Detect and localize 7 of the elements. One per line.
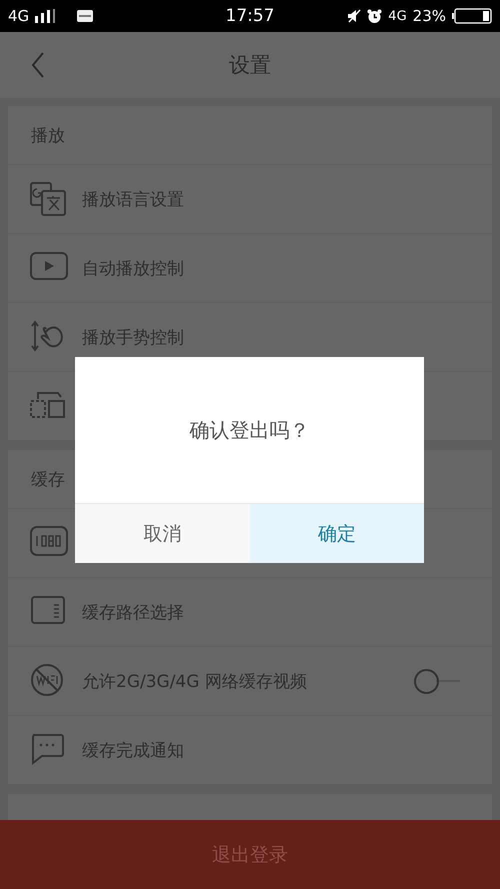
battery-percent: 23%: [412, 7, 446, 25]
network-label: 4G: [8, 7, 30, 25]
section-title: 播放: [31, 124, 65, 146]
section-title: 缓存: [31, 468, 65, 490]
clock-time: 17:57: [226, 6, 274, 26]
page-title: 设置: [229, 52, 271, 79]
network-label: 4G: [388, 8, 407, 24]
